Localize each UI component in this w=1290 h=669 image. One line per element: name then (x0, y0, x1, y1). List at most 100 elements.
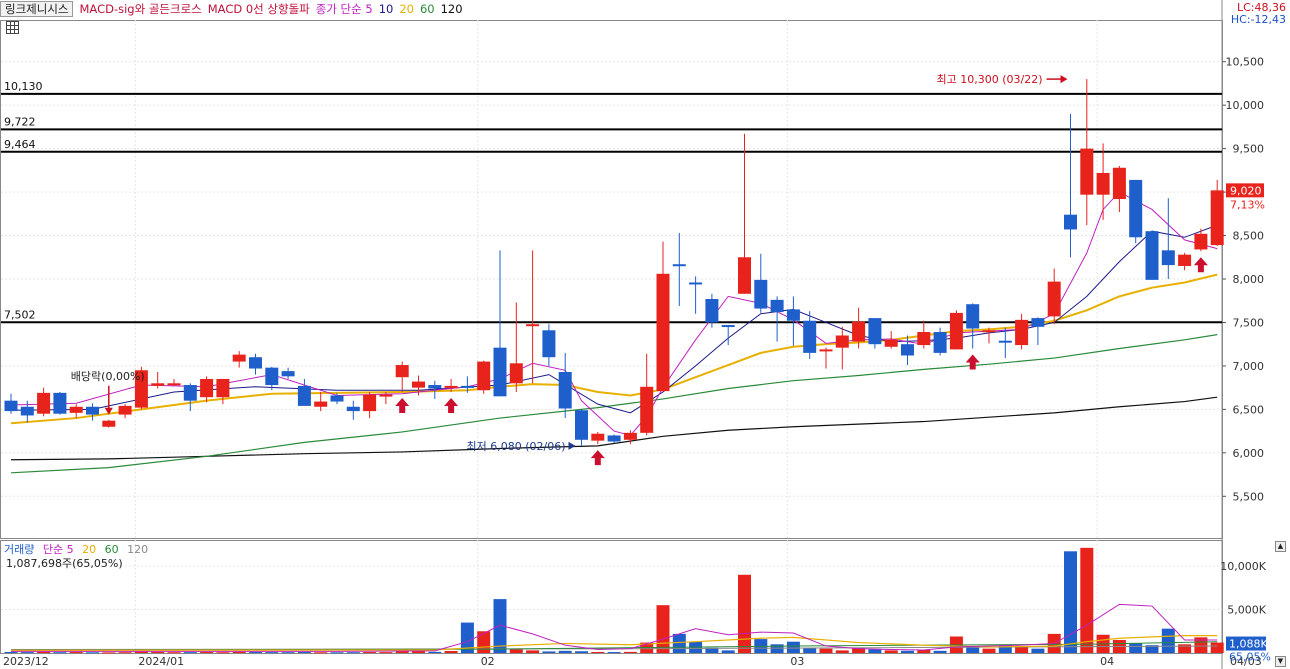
candle-body (884, 339, 898, 347)
volume-bar (20, 652, 34, 654)
volume-bar (330, 652, 344, 654)
candle-body (640, 386, 654, 433)
candle-body (249, 357, 262, 369)
volume-bar (884, 650, 898, 653)
candle-body (917, 332, 931, 346)
volume-bar (933, 650, 947, 653)
candle-body (1015, 319, 1029, 346)
volume-bar (477, 631, 491, 653)
candle-body (265, 367, 279, 386)
candle-body (770, 299, 784, 313)
volume-legend-ma120[interactable]: 120 (127, 543, 148, 556)
candle-body (526, 324, 540, 327)
candle-body (216, 378, 230, 398)
volume-bar (297, 652, 311, 654)
volume-bar (183, 652, 197, 654)
volume-panel-frame (0, 540, 1223, 654)
candle-body (656, 273, 670, 392)
candle-body (949, 312, 963, 350)
volume-bar (281, 652, 295, 654)
volume-bar (803, 647, 817, 653)
candle-body (689, 282, 703, 285)
candle-body (1047, 281, 1061, 317)
candle-body (1064, 214, 1077, 230)
volume-bar (412, 651, 425, 653)
candle-body (835, 335, 849, 348)
volume-bar (738, 574, 751, 653)
candle-body (395, 365, 409, 378)
legend-ma60[interactable]: 60 (420, 2, 435, 16)
x-tick-label: 2024/01 (138, 655, 184, 668)
candle-body (330, 395, 344, 402)
legend-macd-zero[interactable]: MACD 0선 상향돌파 (208, 1, 310, 17)
x-tick-label: 03 (790, 655, 804, 668)
y-tick-label: 6,000 (1233, 447, 1265, 460)
volume-bar (346, 652, 360, 654)
candle-body (314, 401, 328, 407)
volume-bar (672, 633, 686, 653)
volume-bar (1210, 642, 1224, 653)
stock-name[interactable]: 링크제니시스 (0, 1, 74, 17)
candle-body (281, 371, 295, 377)
candle-body (102, 420, 116, 427)
candle-body (363, 394, 377, 412)
volume-bar (395, 651, 409, 653)
volume-bar (591, 651, 605, 653)
candle-body (901, 344, 914, 356)
candle-body (1161, 250, 1175, 266)
volume-bar (314, 652, 328, 654)
candle-body (232, 354, 246, 362)
candle-body (705, 298, 719, 323)
candle-body (542, 330, 556, 358)
legend-ma120[interactable]: 120 (441, 2, 463, 16)
volume-bar (265, 652, 279, 654)
volume-bar (656, 605, 670, 653)
scroll-down-button[interactable]: ▼ (1275, 656, 1286, 667)
volume-tick-label: 5,000K (1227, 604, 1266, 617)
volume-bar (575, 651, 588, 653)
volume-bar (37, 651, 51, 653)
volume-bar (363, 652, 377, 654)
candle-body (86, 406, 99, 415)
candle-body (868, 318, 882, 345)
candle-body (509, 363, 523, 384)
x-tick-label: 04 (1100, 655, 1114, 668)
volume-bar (1080, 547, 1094, 653)
legend-ma10[interactable]: 10 (379, 2, 394, 16)
candle-body (1178, 254, 1192, 266)
candle-body (982, 330, 996, 333)
legend-ma20[interactable]: 20 (399, 2, 414, 16)
ma60-line (10, 334, 1218, 474)
candle-body (966, 304, 980, 329)
volume-bar (4, 651, 18, 653)
candle-body (477, 361, 491, 391)
chart-legend: 링크제니시스 MACD-sig와 골든크로스 MACD 0선 상향돌파 종가 단… (0, 0, 463, 18)
y-tick-label: 10,000 (1226, 99, 1265, 112)
volume-bar (770, 644, 784, 653)
golden-cross-arrow (444, 397, 459, 413)
volume-bar (721, 650, 735, 653)
volume-bar (526, 650, 540, 653)
volume-bar (1178, 644, 1192, 653)
candle-body (412, 381, 425, 388)
candle-body (346, 406, 360, 412)
scroll-up-button[interactable]: ▲ (1275, 541, 1286, 552)
grid-icon[interactable] (6, 21, 19, 34)
candle-body (819, 349, 833, 352)
volume-bar (901, 650, 914, 653)
legend-ma5[interactable]: 종가 단순 5 (316, 1, 373, 17)
volume-bar (53, 652, 67, 654)
volume-bar (835, 650, 849, 653)
y-tick-label: 6,500 (1233, 403, 1265, 416)
candle-body (460, 385, 474, 388)
candle-body (803, 320, 817, 353)
volume-bar (509, 649, 523, 653)
volume-bar (607, 652, 621, 654)
candle-body (721, 325, 735, 328)
y-tick-label: 10,500 (1226, 56, 1265, 69)
volume-bar (542, 651, 556, 653)
candle-body (852, 321, 866, 342)
legend-macd-golden[interactable]: MACD-sig와 골든크로스 (79, 1, 201, 17)
volume-bar (249, 652, 262, 654)
candle-body (672, 264, 686, 267)
